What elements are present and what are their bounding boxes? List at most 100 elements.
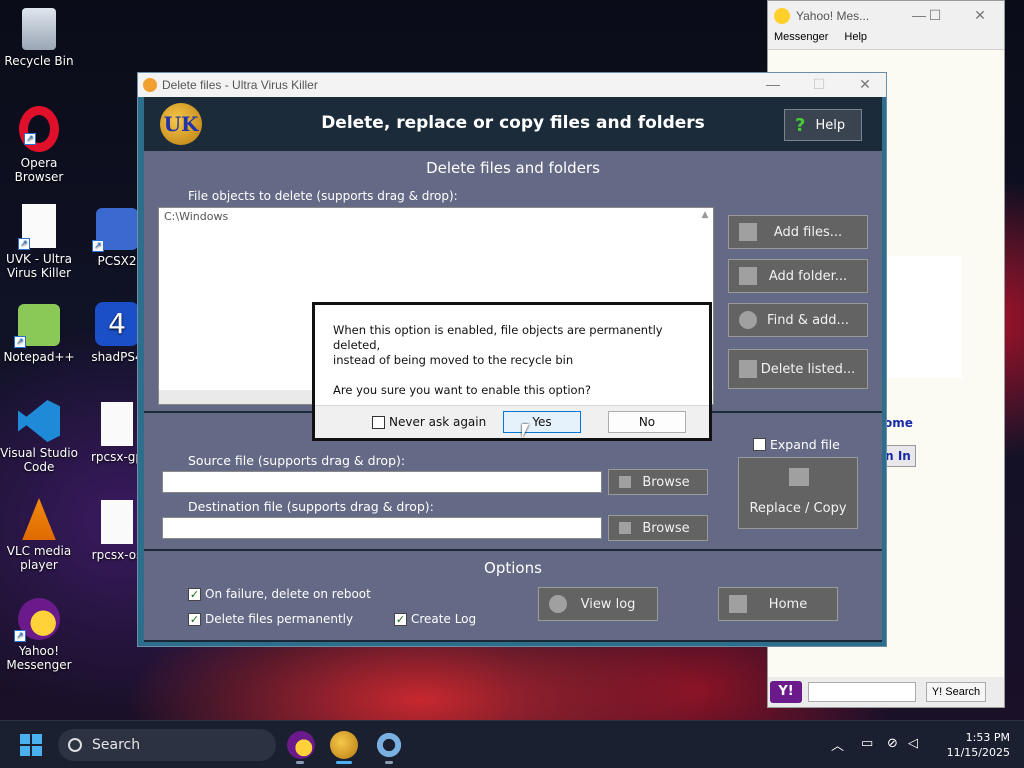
no-button[interactable]: No (608, 411, 686, 433)
on-failure-checkbox[interactable]: ✓ On failure, delete on reboot (188, 587, 371, 601)
file-icon (101, 402, 133, 446)
desktop-icon-label: rpcsx-gp (90, 450, 144, 464)
add-folder-button[interactable]: Add folder... (728, 259, 868, 293)
yahoo-search-input[interactable] (808, 682, 916, 702)
minimize-icon[interactable]: — (758, 76, 788, 92)
checkbox-box[interactable]: ✓ (394, 612, 407, 626)
checkbox-box[interactable]: ✓ (188, 612, 201, 626)
checkbox-box[interactable]: ✓ (188, 587, 201, 601)
browse-icon (619, 476, 631, 488)
shortcut-arrow-icon: ↗ (92, 240, 104, 252)
network-icon[interactable]: ⊘ (887, 736, 898, 751)
taskbar: Search ︿ ▭ ⊘ ◁ 1:53 PM 11/15/2025 (0, 720, 1024, 768)
volume-icon[interactable]: ◁ (908, 736, 918, 751)
options-panel: Options ✓ On failure, delete on reboot ✓… (144, 551, 882, 640)
home-button[interactable]: Home (718, 587, 838, 621)
desktop-icon-vlc[interactable]: VLC media player (0, 498, 78, 572)
delete-listed-button[interactable]: Delete listed... (728, 349, 868, 389)
yahoo-search-bar: Y! Y! Search (768, 677, 1004, 707)
taskbar-search[interactable]: Search (58, 729, 276, 761)
yahoo-search-button[interactable]: Y! Search (926, 682, 986, 702)
yahoo-window-title: Yahoo! Mes... (796, 9, 870, 23)
taskbar-yahoo-messenger-icon[interactable] (287, 731, 315, 759)
browse-icon (619, 522, 631, 534)
confirm-dialog: When this option is enabled, file object… (312, 302, 712, 441)
expand-file-checkbox[interactable]: Expand file (753, 437, 840, 452)
scroll-up-icon[interactable]: ▲ (699, 210, 711, 222)
shadps4-icon: 4 (95, 302, 139, 346)
close-icon[interactable]: ✕ (850, 76, 880, 93)
taskbar-running-indicator (385, 761, 393, 764)
mouse-cursor-icon (522, 424, 529, 438)
never-ask-checkbox[interactable]: Never ask again (372, 415, 486, 429)
add-folder-label: Add folder... (768, 268, 848, 284)
dialog-message-line1: When this option is enabled, file object… (333, 323, 663, 352)
page-title: Delete, replace or copy files and folder… (321, 113, 705, 133)
start-button[interactable] (20, 734, 42, 756)
checkbox-box[interactable] (753, 438, 766, 451)
list-item[interactable]: C:\Windows (159, 208, 713, 225)
help-question-icon: ? (795, 114, 806, 136)
browse-label: Browse (642, 474, 690, 490)
desktop-icon-vscode[interactable]: Visual Studio Code (0, 400, 78, 474)
yahoo-menubar: Messenger Help (768, 31, 1004, 49)
delete-permanently-label: Delete files permanently (205, 612, 354, 626)
notepadpp-icon: ↗ (14, 304, 60, 348)
taskbar-settings-icon[interactable] (375, 731, 403, 759)
desktop-icon-label: Opera Browser (14, 156, 64, 184)
source-file-input[interactable] (162, 471, 602, 493)
yahoo-logo-icon: Y! (770, 681, 802, 703)
find-add-button[interactable]: Find & add... (728, 303, 868, 337)
taskbar-uvk-icon[interactable] (330, 731, 358, 759)
yes-button[interactable]: Yes (503, 411, 581, 433)
dialog-question: Are you sure you want to enable this opt… (333, 383, 591, 397)
desktop-icon-notepadpp[interactable]: ↗ Notepad++ (0, 304, 78, 364)
view-log-button[interactable]: View log (538, 587, 658, 621)
desktop-icon-label: Notepad++ (3, 350, 75, 364)
clock-time: 1:53 PM (965, 731, 1010, 744)
taskbar-clock[interactable]: 1:53 PM 11/15/2025 (930, 730, 1010, 760)
recycle-bin-icon (22, 8, 56, 50)
create-log-checkbox[interactable]: ✓ Create Log (394, 612, 476, 626)
desktop-icon-label: Yahoo! Messenger (6, 644, 72, 672)
desktop-icon-recycle-bin[interactable]: Recycle Bin (0, 8, 78, 68)
yahoo-titlebar[interactable]: Yahoo! Mes... — ☐ ✕ (768, 1, 1004, 31)
opera-icon: ↗ (19, 106, 59, 152)
home-label: Home (768, 596, 808, 612)
destination-browse-button[interactable]: Browse (608, 515, 708, 541)
replace-copy-button[interactable]: Replace / Copy (738, 457, 858, 529)
delete-listed-label: Delete listed... (760, 361, 856, 377)
display-icon[interactable]: ▭ (861, 736, 873, 751)
desktop-icon-label: Visual Studio Code (0, 446, 78, 474)
delete-permanently-checkbox[interactable]: ✓ Delete files permanently (188, 612, 353, 626)
yahoo-signin-area (878, 256, 962, 378)
delete-panel-title: Delete files and folders (426, 159, 600, 177)
taskbar-running-indicator (296, 761, 304, 764)
maximize-icon[interactable]: ☐ (920, 7, 950, 24)
trash-icon (739, 360, 757, 378)
close-icon[interactable]: ✕ (965, 7, 995, 24)
add-folder-icon (739, 267, 757, 285)
menu-item-help[interactable]: Help (844, 31, 867, 49)
home-icon (729, 595, 747, 613)
yahoo-smiley-icon (774, 8, 790, 24)
checkbox-box[interactable] (372, 415, 385, 429)
desktop-icon-opera[interactable]: ↗ Opera Browser (0, 106, 78, 184)
replace-copy-label: Replace / Copy (749, 501, 847, 516)
create-log-label: Create Log (411, 612, 477, 626)
file-list-label: File objects to delete (supports drag & … (188, 189, 458, 203)
search-icon (68, 738, 82, 752)
help-button[interactable]: ? Help (784, 109, 862, 141)
uvk-titlebar[interactable]: Delete files - Ultra Virus Killer — ☐ ✕ (138, 73, 886, 97)
maximize-icon[interactable]: ☐ (804, 76, 834, 93)
destination-file-input[interactable] (162, 517, 602, 539)
menu-item-messenger[interactable]: Messenger (774, 31, 828, 49)
desktop-icon-uvk[interactable]: ↗ UVK - Ultra Virus Killer (0, 204, 78, 280)
replace-copy-icon (789, 468, 809, 486)
source-browse-button[interactable]: Browse (608, 469, 708, 495)
dialog-message-line2: instead of being moved to the recycle bi… (333, 353, 574, 367)
chevron-up-icon[interactable]: ︿ (831, 735, 844, 754)
yahoo-partial-link[interactable]: ome (884, 416, 913, 430)
desktop-icon-yahoo[interactable]: ↗ Yahoo! Messenger (0, 598, 78, 672)
add-files-button[interactable]: Add files... (728, 215, 868, 249)
